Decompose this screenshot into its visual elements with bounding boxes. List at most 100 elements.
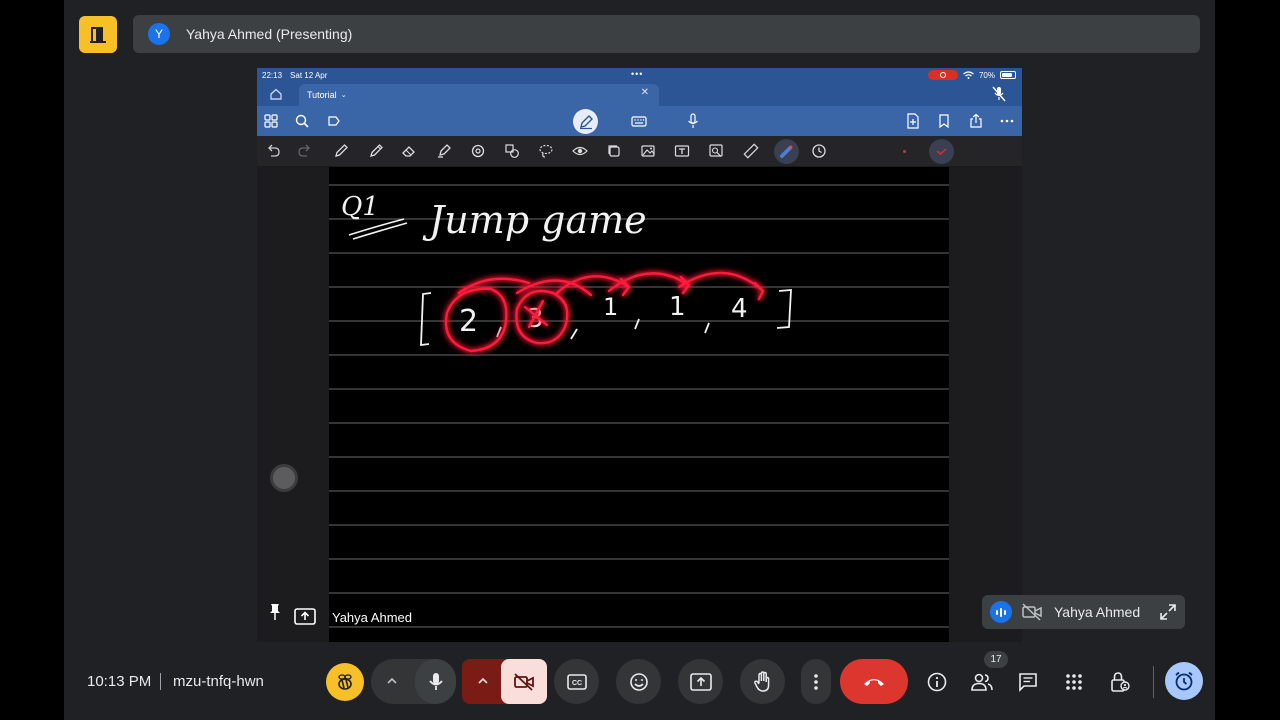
tab-tutorial[interactable]: Tutorial ⌄ ✕: [299, 84, 659, 106]
phone-hangup-icon: [864, 678, 884, 686]
more-options-button[interactable]: [801, 659, 831, 704]
self-view-name: Yahya Ahmed: [1054, 604, 1141, 620]
leave-call-button[interactable]: [840, 659, 908, 704]
handwriting-prefix: Q1: [341, 192, 379, 222]
camera-off-icon: [1022, 603, 1042, 621]
assistive-touch-handle[interactable]: [270, 464, 298, 492]
app-tab-bar: Tutorial ⌄ ✕: [257, 82, 1022, 106]
bookmark-icon[interactable]: [936, 113, 952, 129]
apps-grid-icon: [1066, 674, 1082, 690]
timer-button[interactable]: [1165, 662, 1203, 700]
color-swatch-red-small[interactable]: [903, 150, 906, 153]
people-icon: [971, 673, 993, 691]
pencil-tool-icon[interactable]: [368, 143, 384, 159]
info-icon: [927, 672, 947, 692]
status-indicators: 70%: [927, 70, 1016, 80]
pen-mode-button[interactable]: [573, 109, 598, 134]
video-settings-button[interactable]: [473, 671, 493, 691]
chevron-up-icon: [478, 677, 488, 684]
emoji-smile-icon: [629, 672, 648, 691]
color-swatch-selected[interactable]: [929, 139, 954, 164]
effects-bee-button[interactable]: [326, 663, 364, 701]
ruler-icon[interactable]: [743, 143, 759, 159]
image-icon[interactable]: [640, 143, 656, 159]
laser-pointer-icon: [779, 145, 793, 159]
notebook-page[interactable]: Q1 Jump game 2 3 1 1 4: [329, 167, 949, 642]
camera-scan-icon[interactable]: [708, 143, 724, 159]
array-value-2: 1: [603, 293, 618, 321]
audio-settings-button[interactable]: [382, 671, 402, 691]
ipad-status-bar: 22:13 Sat 12 Apr ••• 70%: [257, 68, 1022, 82]
people-button[interactable]: [968, 668, 996, 696]
copy-elements-icon[interactable]: [606, 143, 622, 159]
presenter-banner[interactable]: Y Yahya Ahmed (Presenting): [133, 15, 1200, 53]
activities-button[interactable]: [1060, 668, 1088, 696]
hand-icon: [753, 670, 769, 692]
chevron-down-icon: ⌄: [340, 92, 347, 99]
notes-main-toolbar: [257, 106, 1022, 136]
pen-tool-icon[interactable]: [333, 143, 349, 159]
handwriting-title: Jump game: [422, 198, 647, 242]
array-value-4: 4: [731, 294, 748, 324]
chat-button[interactable]: [1014, 668, 1042, 696]
more-horizontal-icon[interactable]: [999, 113, 1015, 129]
captions-button[interactable]: CC: [554, 659, 599, 704]
shapes-icon[interactable]: [504, 143, 520, 159]
notes-canvas-area: Q1 Jump game 2 3 1 1 4: [257, 167, 1022, 642]
microphone-button[interactable]: [415, 659, 456, 704]
microphone-icon[interactable]: [685, 113, 701, 129]
close-icon[interactable]: ✕: [641, 87, 649, 98]
svg-text:CC: CC: [571, 680, 581, 687]
battery-percent: 70%: [978, 70, 995, 80]
camera-toggle-button[interactable]: [501, 659, 547, 704]
grid-view-icon[interactable]: [263, 113, 279, 129]
tile-presenter-name: Yahya Ahmed: [332, 610, 412, 625]
mic-off-icon: [992, 86, 1006, 102]
presentation-icon: [294, 608, 316, 625]
search-icon[interactable]: [294, 113, 310, 129]
eraser-icon[interactable]: [401, 143, 417, 159]
array-value-3: 1: [669, 292, 686, 322]
shape-tool-icon[interactable]: [470, 143, 486, 159]
host-controls-button[interactable]: [1106, 668, 1134, 696]
share-icon[interactable]: [968, 113, 984, 129]
battery-icon: [1000, 71, 1016, 79]
meeting-code[interactable]: mzu-tnfq-hwn: [173, 673, 264, 690]
companion-mode-button[interactable]: [79, 16, 117, 53]
self-view-tile[interactable]: Yahya Ahmed: [982, 595, 1185, 629]
present-to-all-icon: [689, 672, 712, 691]
undo-icon[interactable]: [265, 143, 281, 159]
meeting-details-button[interactable]: [923, 668, 951, 696]
bookmark-tag-icon[interactable]: [326, 113, 342, 129]
highlighter-icon[interactable]: [436, 143, 452, 159]
pin-icon[interactable]: [268, 603, 282, 621]
home-icon[interactable]: [269, 87, 283, 101]
history-clock-icon[interactable]: [811, 143, 827, 159]
lock-person-icon: [1111, 672, 1130, 692]
present-screen-button[interactable]: [678, 659, 723, 704]
meeting-clock: 10:13 PM: [87, 673, 152, 690]
participant-count-badge: 17: [984, 651, 1008, 668]
status-date: Sat 12 Apr: [290, 70, 328, 80]
multitask-dots-icon: •••: [631, 69, 644, 79]
handwritten-ink: Q1 Jump game 2 3 1 1 4: [341, 192, 792, 353]
redo-icon[interactable]: [297, 143, 313, 159]
add-page-icon[interactable]: [905, 113, 921, 129]
sticker-icon[interactable]: [572, 143, 588, 159]
reactions-button[interactable]: [616, 659, 661, 704]
keyboard-icon[interactable]: [631, 113, 647, 129]
expand-icon[interactable]: [1159, 603, 1177, 621]
underline-strokes: [348, 218, 408, 240]
status-time: 22:13: [262, 70, 283, 80]
text-box-icon[interactable]: [674, 143, 690, 159]
closed-captions-icon: CC: [566, 673, 587, 690]
divider: [160, 673, 161, 690]
door-exit-icon: [90, 26, 106, 43]
raise-hand-button[interactable]: [740, 659, 785, 704]
meet-window: Y Yahya Ahmed (Presenting) 22:13 Sat 12 …: [64, 0, 1215, 720]
laser-pointer-tool-active[interactable]: [774, 139, 799, 164]
presenter-avatar: Y: [148, 23, 170, 45]
chevron-up-icon: [387, 677, 397, 684]
microphone-icon: [428, 672, 443, 690]
lasso-icon[interactable]: [538, 143, 554, 159]
